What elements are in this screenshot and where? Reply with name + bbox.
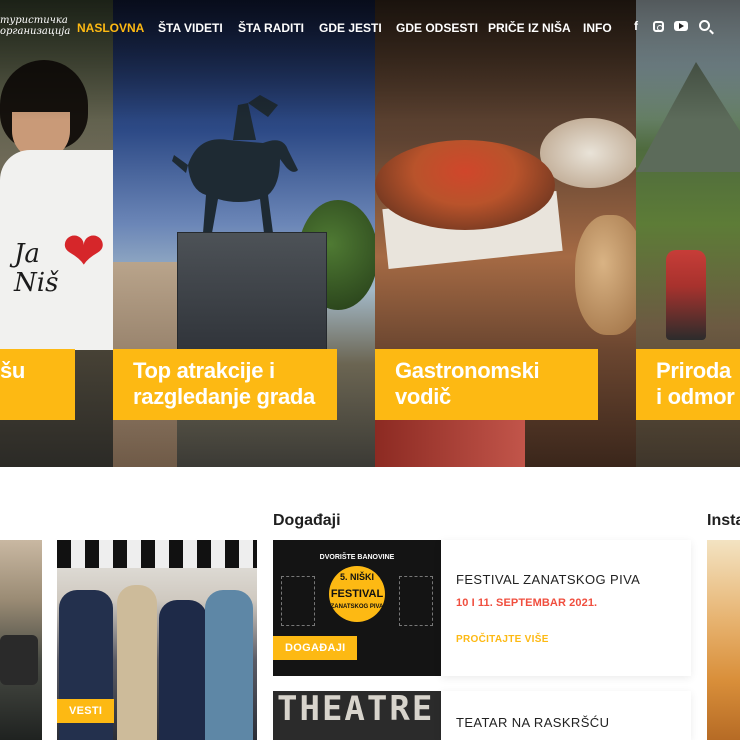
poster-festival: FESTIVAL	[330, 588, 384, 600]
hero-label-attractions[interactable]: Top atrakcije i razgledanje grada	[113, 349, 337, 420]
bread-image	[575, 215, 636, 335]
news-tag[interactable]: VESTI	[57, 699, 115, 723]
food-bowl-image	[375, 140, 555, 230]
tshirt-text-line-2: Niš	[14, 267, 59, 298]
nav-item-price-iz-nisa[interactable]: PRIČE IZ NIŠA	[488, 21, 571, 35]
heart-icon: ❤	[62, 223, 106, 281]
search-icon[interactable]	[699, 20, 710, 31]
person-image	[159, 600, 207, 740]
sponsor-logos-left	[281, 576, 315, 626]
tshirt-text-line-1: Ja	[14, 239, 40, 269]
nav-item-sta-raditi[interactable]: ŠTA RADITI	[238, 21, 304, 35]
hero-label-gastronomy[interactable]: Gastronomski vodič	[375, 349, 598, 420]
youtube-icon[interactable]	[674, 21, 688, 31]
news-card-photo[interactable]: VESTI	[57, 540, 257, 740]
poster-edition: 5. NIŠKI	[339, 572, 374, 582]
event-title[interactable]: FESTIVAL ZANATSKOG PIVA	[456, 572, 640, 587]
poster-subtitle: ZANATSKOG PIVA	[330, 604, 384, 610]
event-image-beer-festival[interactable]: DVORIŠTE BANOVINE 5. NIŠKI FESTIVAL ZANA…	[273, 540, 441, 676]
event-card-theatre[interactable]: TEATAR NA RASKRŠĆU	[441, 691, 691, 740]
hiker-image	[666, 250, 706, 340]
facebook-icon[interactable]: f	[634, 19, 638, 33]
drone-image	[0, 635, 38, 685]
monument-pedestal	[177, 232, 327, 352]
person-image	[205, 590, 253, 740]
event-image-theatre[interactable]: THEATRE	[273, 691, 441, 740]
plate-image	[540, 118, 636, 188]
logo-line-1: туристичка	[0, 15, 68, 26]
event-date: 10 I 11. SEPTEMBAR 2021.	[456, 597, 598, 609]
events-tag[interactable]: DOGAĐAJI	[273, 636, 358, 660]
sponsor-logos-right	[399, 576, 433, 626]
events-section-title: Događaji	[273, 512, 341, 529]
hero-label-nature[interactable]: Priroda i odmor	[636, 349, 740, 420]
nav-item-gde-jesti[interactable]: GDE JESTI	[319, 21, 382, 35]
event-card-beer-festival[interactable]: FESTIVAL ZANATSKOG PIVA 10 I 11. SEPTEMB…	[441, 540, 691, 676]
checker-wall	[57, 540, 257, 568]
nav-item-gde-odsesti[interactable]: GDE ODSESTI	[396, 21, 478, 35]
ham-image	[375, 420, 525, 467]
instagram-image[interactable]	[707, 540, 740, 740]
news-card-image[interactable]	[0, 540, 42, 740]
site-header: туристичка организација NASLOVNA ŠTA VID…	[0, 0, 740, 56]
instagram-icon[interactable]	[653, 21, 664, 32]
event-title[interactable]: TEATAR NA RASKRŠĆU	[456, 715, 609, 730]
hero-label-nis[interactable]: šu	[0, 349, 75, 420]
nav-item-naslovna[interactable]: NASLOVNA	[77, 21, 144, 35]
page: Ja Niš ❤ šu Top atrakcije i razgledanje …	[0, 0, 740, 740]
site-logo[interactable]: туристичка организација	[0, 15, 70, 37]
read-more-link[interactable]: PROČITAJTE VIŠE	[456, 634, 549, 645]
poster-venue: DVORIŠTE BANOVINE	[319, 554, 395, 561]
tshirt-text: Ja Niš	[14, 240, 58, 297]
hero-slider: Ja Niš ❤ šu Top atrakcije i razgledanje …	[0, 0, 740, 467]
instagram-section-title: Insta	[707, 512, 740, 529]
logo-line-2: организација	[0, 26, 71, 37]
poster-theatre-text: THEATRE	[277, 691, 435, 729]
nav-item-sta-videti[interactable]: ŠTA VIDETI	[158, 21, 223, 35]
nav-item-info[interactable]: INFO	[583, 21, 612, 35]
person-image	[117, 585, 157, 740]
